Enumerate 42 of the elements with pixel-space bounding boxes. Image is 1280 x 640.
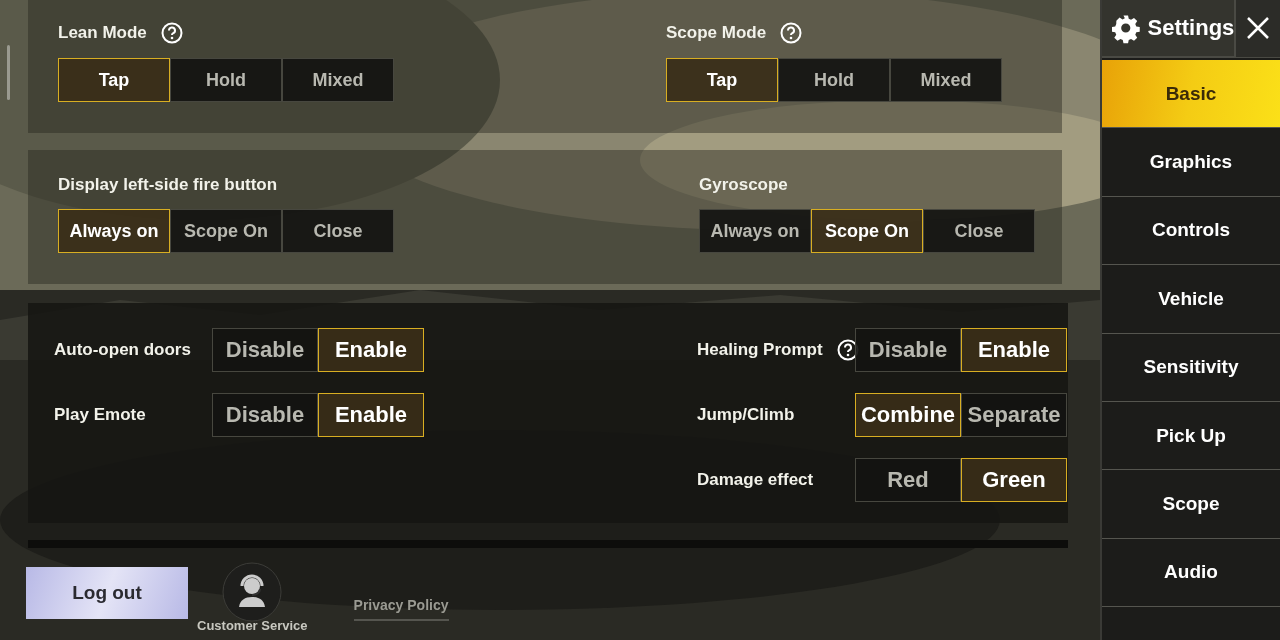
option-button[interactable]: Scope On xyxy=(170,209,282,253)
logout-button[interactable]: Log out xyxy=(26,567,188,619)
settings-title: Settings xyxy=(1147,15,1235,41)
close-icon xyxy=(1245,15,1272,41)
option-button[interactable]: Tap xyxy=(666,58,778,102)
option-button[interactable]: Close xyxy=(923,209,1035,253)
scroll-indicator xyxy=(7,45,10,100)
option-button[interactable]: Scope On xyxy=(811,209,923,253)
option-button[interactable]: Red xyxy=(855,458,961,502)
setting-label: Scope Mode xyxy=(666,23,767,43)
option-button[interactable]: Always on xyxy=(699,209,811,253)
option-button[interactable]: Green xyxy=(961,458,1067,502)
setting-label: Display left-side fire button xyxy=(58,175,278,195)
option-button[interactable]: Tap xyxy=(58,58,170,102)
option-button[interactable]: Always on xyxy=(58,209,170,253)
setting-label: Damage effect xyxy=(697,470,814,490)
option-button[interactable]: Enable xyxy=(318,393,424,437)
option-button[interactable]: Mixed xyxy=(282,58,394,102)
setting-label: Play Emote xyxy=(54,405,146,425)
option-button[interactable]: Mixed xyxy=(890,58,1002,102)
option-button[interactable]: Combine xyxy=(855,393,961,437)
setting-label: Gyroscope xyxy=(699,175,788,195)
close-button[interactable] xyxy=(1234,0,1280,57)
setting-label: Lean Mode xyxy=(58,23,147,43)
headset-person-icon[interactable] xyxy=(222,562,283,622)
option-button[interactable]: Hold xyxy=(170,58,282,102)
customer-service-label[interactable]: Customer Service xyxy=(197,618,308,633)
help-icon[interactable] xyxy=(160,22,183,44)
option-button[interactable]: Hold xyxy=(778,58,890,102)
option-button[interactable]: Enable xyxy=(318,328,424,372)
option-button[interactable]: Enable xyxy=(961,328,1067,372)
option-button[interactable]: Disable xyxy=(212,393,318,437)
help-icon[interactable] xyxy=(780,22,803,44)
option-button[interactable]: Disable xyxy=(855,328,961,372)
privacy-policy-link[interactable]: Privacy Policy xyxy=(353,597,449,621)
option-button[interactable]: Close xyxy=(282,209,394,253)
setting-label: Auto-open doors xyxy=(54,340,191,360)
option-button[interactable]: Separate xyxy=(961,393,1067,437)
setting-label: Healing Prompt xyxy=(697,340,823,360)
option-button[interactable]: Disable xyxy=(212,328,318,372)
sidebar-tab[interactable]: Basic xyxy=(1102,60,1280,129)
setting-label: Jump/Climb xyxy=(697,405,795,425)
